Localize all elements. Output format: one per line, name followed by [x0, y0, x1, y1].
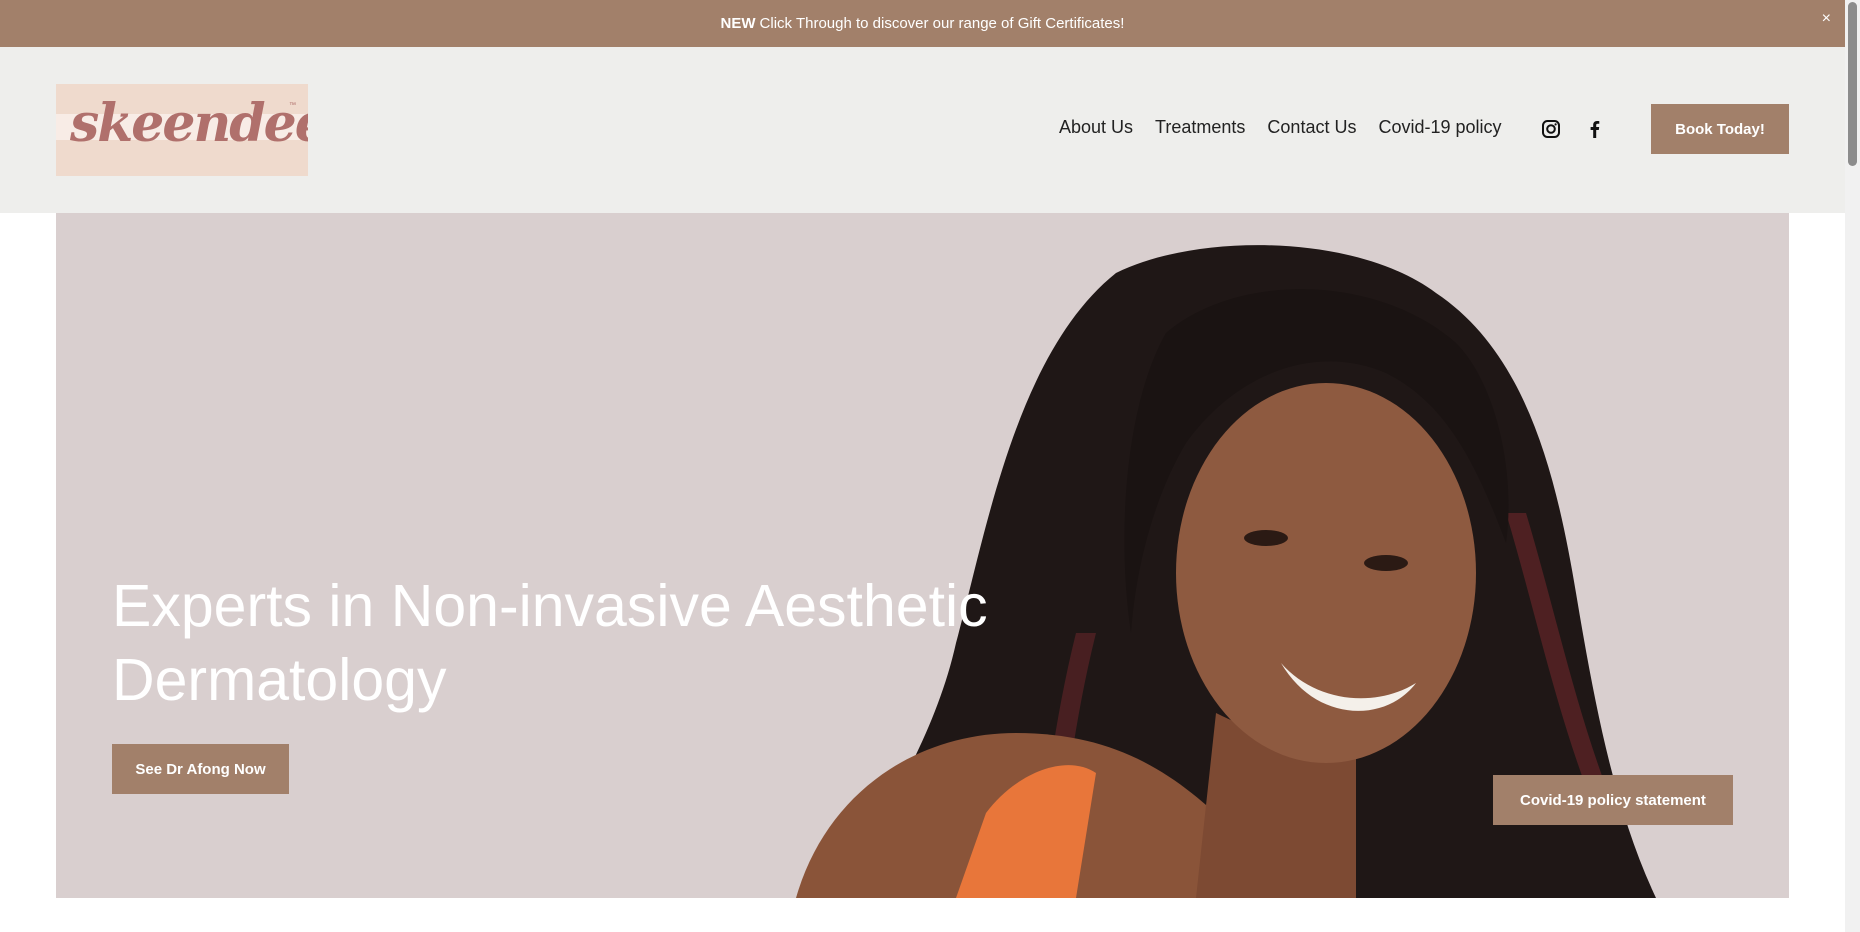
nav-link-treatments[interactable]: Treatments	[1155, 117, 1245, 138]
covid-policy-statement-button[interactable]: Covid-19 policy statement	[1493, 775, 1733, 825]
hero-banner: Experts in Non-invasive Aesthetic Dermat…	[56, 213, 1789, 898]
book-today-button[interactable]: Book Today!	[1651, 104, 1789, 154]
social-links	[1541, 119, 1605, 139]
site-header: skeendeep ™ About Us Treatments Contact …	[0, 47, 1845, 213]
close-icon[interactable]: ×	[1822, 10, 1831, 28]
announcement-text[interactable]: Click Through to discover our range of G…	[760, 15, 1125, 32]
instagram-icon[interactable]	[1541, 119, 1561, 139]
facebook-icon[interactable]	[1585, 119, 1605, 139]
site-logo[interactable]: skeendeep ™	[56, 84, 308, 176]
page-scrollbar[interactable]	[1845, 0, 1860, 932]
announcement-bar[interactable]: NEW Click Through to discover our range …	[0, 0, 1845, 47]
scrollbar-thumb[interactable]	[1848, 2, 1857, 166]
nav-link-about-us[interactable]: About Us	[1059, 117, 1133, 138]
nav-link-covid-policy[interactable]: Covid-19 policy	[1378, 117, 1501, 138]
nav-link-contact-us[interactable]: Contact Us	[1267, 117, 1356, 138]
announcement-badge: NEW	[720, 15, 756, 32]
logo-trademark: ™	[289, 102, 296, 109]
see-dr-afong-button[interactable]: See Dr Afong Now	[112, 744, 289, 794]
main-nav: About Us Treatments Contact Us Covid-19 …	[1059, 117, 1502, 138]
hero-headline: Experts in Non-invasive Aesthetic Dermat…	[112, 573, 988, 713]
logo-wordmark: skeendeep	[70, 93, 308, 154]
